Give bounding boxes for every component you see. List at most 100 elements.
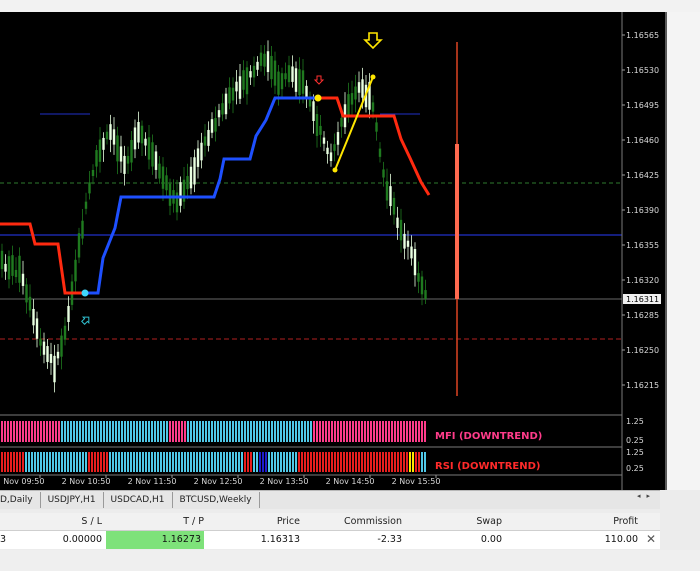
rsi-bar [136,452,138,472]
price-tick-label: 1.16250 [626,346,659,355]
price-chart[interactable]: MFI (DOWNTREND) RSI (DOWNTREND) 1.25 0.2… [0,12,665,490]
time-tick-label: 2 Nov 11:50 [128,477,177,486]
mfi-bar [241,421,243,442]
rsi-bar [235,452,237,472]
mfi-bar [82,421,84,442]
col-tp[interactable]: T / P [106,513,204,530]
rsi-bar [409,452,411,472]
candle-body [322,137,326,144]
mfi-bar [133,421,135,442]
candle-body [21,273,25,286]
candle-body [263,53,266,67]
tab-btcusd-weekly[interactable]: BTCUSD,Weekly [173,492,260,508]
candle-body [165,175,168,191]
mfi-bar [169,421,171,442]
col-swap[interactable]: Swap [410,513,502,530]
rsi-bar [10,452,12,472]
candle-body [392,197,396,215]
mfi-bar [247,421,249,442]
candle-body [403,233,406,249]
mfi-bar [196,421,198,442]
rsi-bar [49,452,51,472]
candle-body [95,150,98,167]
candle-body [28,296,32,311]
rsi-bar [316,452,318,472]
rsi-bar [271,452,273,472]
candle-body [319,125,322,135]
mfi-bar [79,421,81,442]
candle-body [154,151,158,170]
mfi-bar [160,421,162,442]
price-tick-label: 1.16285 [626,311,659,320]
rsi-bar [214,452,216,472]
mfi-bar [112,421,114,442]
time-tick-label: 2 Nov 14:50 [326,477,375,486]
rsi-bar [169,452,171,472]
candle-body [98,139,102,162]
mfi-bar [253,421,255,442]
price-tick-label: 1.16425 [626,171,659,180]
mfi-bar [55,421,57,442]
rsi-bar [88,452,90,472]
rsi-bar [31,452,33,472]
tab-chart-daily[interactable]: D,Daily [0,492,41,508]
close-icon[interactable]: ✕ [646,531,656,548]
window-top-margin [0,0,700,12]
candle-body [375,122,378,132]
candle-body [144,138,147,146]
candle-body [196,148,200,167]
mfi-bar [106,421,108,442]
col-commission[interactable]: Commission [310,513,402,530]
mfi-bar [13,421,15,442]
cell-commission: -2.33 [377,534,402,545]
trade-table-header: S / L T / P Price Commission Swap Profit [0,513,660,531]
mfi-bar [388,421,390,442]
rsi-bar [379,452,381,472]
candle-body [25,284,28,303]
table-row[interactable]: 3 0.00000 1.16273 1.16313 -2.33 0.00 110… [0,531,660,549]
mfi-bar [229,421,231,442]
mfi-bar [58,421,60,442]
cell-sl: 0.00000 [62,534,102,545]
rsi-bar [220,452,222,472]
rsi-bar [238,452,240,472]
chart-window[interactable]: MFI (DOWNTREND) RSI (DOWNTREND) 1.25 0.2… [0,12,667,490]
mfi-bar [88,421,90,442]
candle-body [151,142,154,167]
rsi-bar [85,452,87,472]
tab-usdjpy-h1[interactable]: USDJPY,H1 [41,492,104,508]
rsi-bar [106,452,108,472]
rsi-bar [127,452,129,472]
cell-tp[interactable]: 1.16273 [106,531,204,549]
candle-body [112,129,116,145]
mfi-bar [37,421,39,442]
candle-body [189,166,193,189]
candle-body [249,71,252,78]
rsi-bar [142,452,144,472]
col-profit[interactable]: Profit [540,513,638,530]
mfi-bar [349,421,351,442]
mfi-bar [31,421,33,442]
mfi-bar [118,421,120,442]
mfi-bar [295,421,297,442]
rsi-scale-top: 1.25 [626,448,644,457]
candle-body [413,248,417,276]
col-price[interactable]: Price [208,513,300,530]
scroll-arrows-icon[interactable]: ◂▸ [637,492,656,500]
time-tick-label: 2 Nov 15:50 [392,477,441,486]
rsi-bar [259,452,261,472]
rsi-bar [205,452,207,472]
mfi-bar [391,421,393,442]
col-sl[interactable]: S / L [40,513,102,530]
tab-usdcad-h1[interactable]: USDCAD,H1 [104,492,173,508]
candle-body [158,163,161,179]
rsi-bar [328,452,330,472]
candle-body [417,273,420,282]
trend-switch-point [314,94,322,102]
candle-body [179,182,182,206]
time-tick-label: 2 Nov 09:50 [0,477,44,486]
candle-body [0,250,4,270]
candle-body [175,192,179,213]
candle-body [273,60,277,86]
rsi-bar [100,452,102,472]
